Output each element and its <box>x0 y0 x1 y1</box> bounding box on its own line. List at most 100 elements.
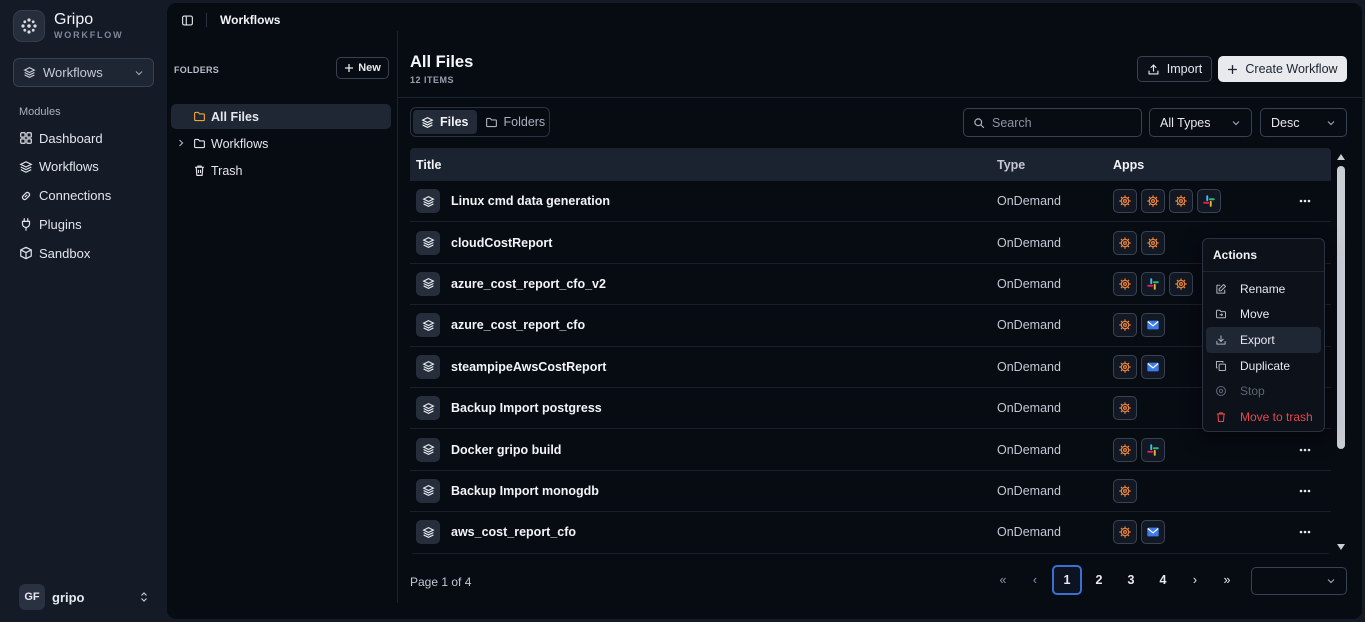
workflow-title[interactable]: Docker gripo build <box>451 443 561 457</box>
column-title[interactable]: Title <box>410 158 997 172</box>
table-row[interactable]: azure_cost_report_cfo_v2 OnDemand <box>410 264 1331 306</box>
workflow-icon <box>416 189 440 214</box>
more-options-icon[interactable] <box>1299 530 1311 534</box>
menu-item-rename[interactable]: Rename <box>1206 276 1321 302</box>
new-folder-label: New <box>358 62 381 74</box>
link-icon <box>19 189 33 203</box>
folder-icon <box>485 116 504 129</box>
folder-item-workflows[interactable]: Workflows <box>171 131 391 156</box>
workflow-title[interactable]: cloudCostReport <box>451 236 552 250</box>
grid-icon <box>19 131 33 145</box>
workflow-title[interactable]: Backup Import monogdb <box>451 484 599 498</box>
folders-heading: FOLDERS <box>174 65 220 75</box>
tab-files-label: Files <box>440 115 469 129</box>
menu-item-move[interactable]: Move <box>1206 302 1321 328</box>
table-row[interactable]: cloudCostReport OnDemand <box>410 222 1331 264</box>
plugin-app-icon <box>1113 396 1137 421</box>
plugin-app-icon <box>1113 354 1137 379</box>
more-options-icon[interactable] <box>1299 199 1311 203</box>
more-options-icon[interactable] <box>1299 489 1311 493</box>
column-type[interactable]: Type <box>997 158 1113 172</box>
folder-item-all-files[interactable]: All Files <box>171 104 391 129</box>
stop-circle-icon <box>1215 385 1240 397</box>
upload-icon <box>1147 63 1167 76</box>
last-page-button[interactable]: » <box>1212 565 1242 595</box>
new-folder-button[interactable]: New <box>336 57 389 79</box>
tab-folders[interactable]: Folders <box>477 110 554 134</box>
menu-item-move-to-trash[interactable]: Move to trash <box>1206 404 1321 430</box>
menu-item-export[interactable]: Export <box>1206 327 1321 353</box>
plus-icon <box>344 63 354 73</box>
type-filter-value: All Types <box>1160 115 1211 130</box>
workflow-type: OnDemand <box>997 401 1061 416</box>
prev-page-button[interactable]: ‹ <box>1020 565 1050 595</box>
sidebar-item-dashboard[interactable]: Dashboard <box>19 129 111 147</box>
sidebar-item-plugins[interactable]: Plugins <box>19 215 111 233</box>
type-filter-select[interactable]: All Types <box>1149 108 1252 137</box>
table-row[interactable]: steampipeAwsCostReport OnDemand <box>410 347 1331 388</box>
chevron-right-icon[interactable] <box>177 138 185 148</box>
sidebar-toggle-icon[interactable] <box>181 14 194 27</box>
workflow-type: OnDemand <box>997 194 1061 209</box>
sidebar-item-connections[interactable]: Connections <box>19 187 111 205</box>
brand[interactable]: Gripo WORKFLOW <box>13 10 123 42</box>
menu-item-duplicate[interactable]: Duplicate <box>1206 353 1321 379</box>
import-button[interactable]: Import <box>1137 56 1212 82</box>
table-row[interactable]: Backup Import postgress OnDemand <box>410 388 1331 430</box>
plug-icon <box>19 217 33 232</box>
workflow-type: OnDemand <box>997 483 1061 498</box>
user-menu[interactable]: GF gripo <box>19 584 149 610</box>
workflow-type: OnDemand <box>997 318 1061 333</box>
create-workflow-button[interactable]: Create Workflow <box>1218 56 1347 82</box>
more-options-icon[interactable] <box>1299 448 1311 452</box>
next-page-button[interactable]: › <box>1180 565 1210 595</box>
workflow-title[interactable]: Linux cmd data generation <box>451 194 610 208</box>
table-row[interactable]: Linux cmd data generation OnDemand <box>410 181 1331 223</box>
workflow-apps <box>1113 520 1293 545</box>
table-scrollbar[interactable] <box>1335 150 1347 554</box>
create-workflow-label: Create Workflow <box>1245 62 1338 76</box>
workflow-title[interactable]: azure_cost_report_cfo <box>451 318 585 332</box>
table-row[interactable]: azure_cost_report_cfo OnDemand <box>410 305 1331 347</box>
email-icon <box>1141 520 1165 545</box>
page-size-select[interactable] <box>1251 567 1347 595</box>
workflow-title[interactable]: Backup Import postgress <box>451 401 602 415</box>
page-button-3[interactable]: 3 <box>1116 565 1146 595</box>
pagination: « ‹ 1 2 3 4 › » <box>988 565 1244 595</box>
workflow-title[interactable]: azure_cost_report_cfo_v2 <box>451 277 606 291</box>
tab-files[interactable]: Files <box>413 110 477 134</box>
folder-item-trash[interactable]: Trash <box>171 158 391 183</box>
table-row[interactable]: Backup Import monogdb OnDemand <box>410 471 1331 513</box>
first-page-button[interactable]: « <box>988 565 1018 595</box>
view-toggle: Files Folders <box>410 107 550 137</box>
sort-value: Desc <box>1271 115 1300 130</box>
plugin-app-icon <box>1113 478 1137 503</box>
plugin-app-icon <box>1141 189 1165 214</box>
sidebar-item-sandbox[interactable]: Sandbox <box>19 244 111 262</box>
actions-menu-title: Actions <box>1203 239 1324 272</box>
plugin-app-icon <box>1141 230 1165 255</box>
folder-label: All Files <box>211 109 259 124</box>
workflow-type: OnDemand <box>997 525 1061 540</box>
table-row[interactable]: Docker gripo build OnDemand <box>410 429 1331 471</box>
page-button-1[interactable]: 1 <box>1052 565 1082 595</box>
sidebar-item-workflows[interactable]: Workflows <box>19 158 111 176</box>
page-button-4[interactable]: 4 <box>1148 565 1178 595</box>
page-button-2[interactable]: 2 <box>1084 565 1114 595</box>
plugin-app-icon <box>1113 313 1137 338</box>
workflow-title[interactable]: steampipeAwsCostReport <box>451 360 606 374</box>
plugin-app-icon <box>1169 271 1193 296</box>
workflow-apps <box>1113 189 1293 214</box>
workflow-icon <box>416 230 440 255</box>
workflow-title[interactable]: aws_cost_report_cfo <box>451 525 576 539</box>
sort-select[interactable]: Desc <box>1260 108 1347 137</box>
table-row[interactable]: aws_cost_report_cfo OnDemand <box>410 512 1331 554</box>
slack-icon <box>1141 437 1165 462</box>
page-title: Workflows <box>220 13 281 27</box>
gripo-logo-icon <box>13 10 45 42</box>
workspace-select[interactable]: Workflows <box>13 58 154 87</box>
layers-icon <box>23 66 36 79</box>
search-input[interactable] <box>992 115 1132 130</box>
scrollbar-thumb[interactable] <box>1337 166 1345 449</box>
trash-icon <box>1215 411 1240 423</box>
